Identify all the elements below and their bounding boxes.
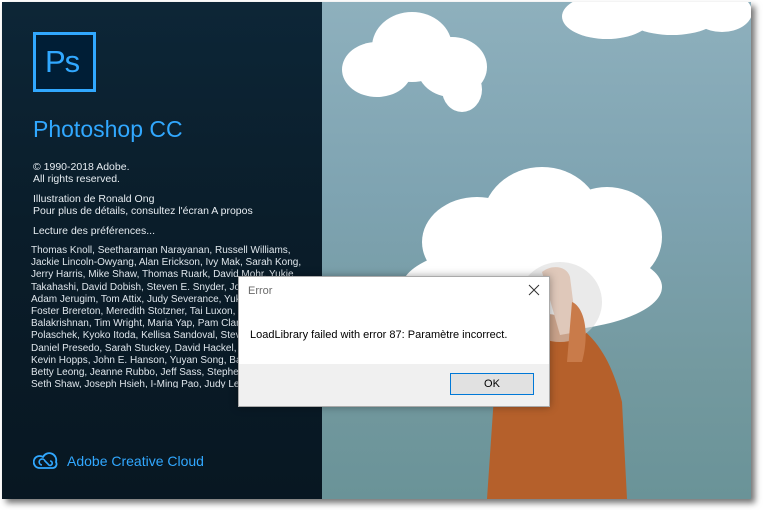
close-icon[interactable] (527, 283, 541, 297)
error-dialog: Error LoadLibrary failed with error 87: … (238, 276, 550, 407)
photoshop-logo-icon: Ps (33, 32, 96, 92)
copyright-line-2: All rights reserved. (33, 173, 120, 185)
person-illustration (487, 262, 627, 499)
photoshop-splash-screen: Ps Photoshop CC © 1990-2018 Adobe. All r… (2, 2, 751, 499)
splash-left-panel: Ps Photoshop CC © 1990-2018 Adobe. All r… (2, 2, 322, 499)
logo-text: Ps (45, 44, 80, 79)
creative-cloud-icon (33, 452, 58, 469)
credits-line: Jackie Lincoln-Owyang, Alan Erickson, Iv… (31, 257, 302, 269)
loading-status: Lecture des préférences... (33, 225, 155, 237)
dialog-message: LoadLibrary failed with error 87: Paramè… (250, 329, 508, 341)
copyright-line-1: © 1990-2018 Adobe. (33, 161, 130, 173)
illustration-credit: Illustration de Ronald Ong (33, 193, 155, 205)
product-name: Photoshop CC (33, 116, 183, 142)
splash-artwork (322, 2, 751, 499)
creative-cloud-label: Adobe Creative Cloud (67, 453, 204, 469)
ok-button[interactable]: OK (450, 373, 534, 395)
illustration-details: Pour plus de détails, consultez l'écran … (33, 205, 253, 217)
credits-line: Thomas Knoll, Seetharaman Narayanan, Rus… (31, 245, 291, 256)
dialog-title: Error (248, 285, 273, 297)
creative-cloud-branding: Adobe Creative Cloud (33, 450, 204, 472)
